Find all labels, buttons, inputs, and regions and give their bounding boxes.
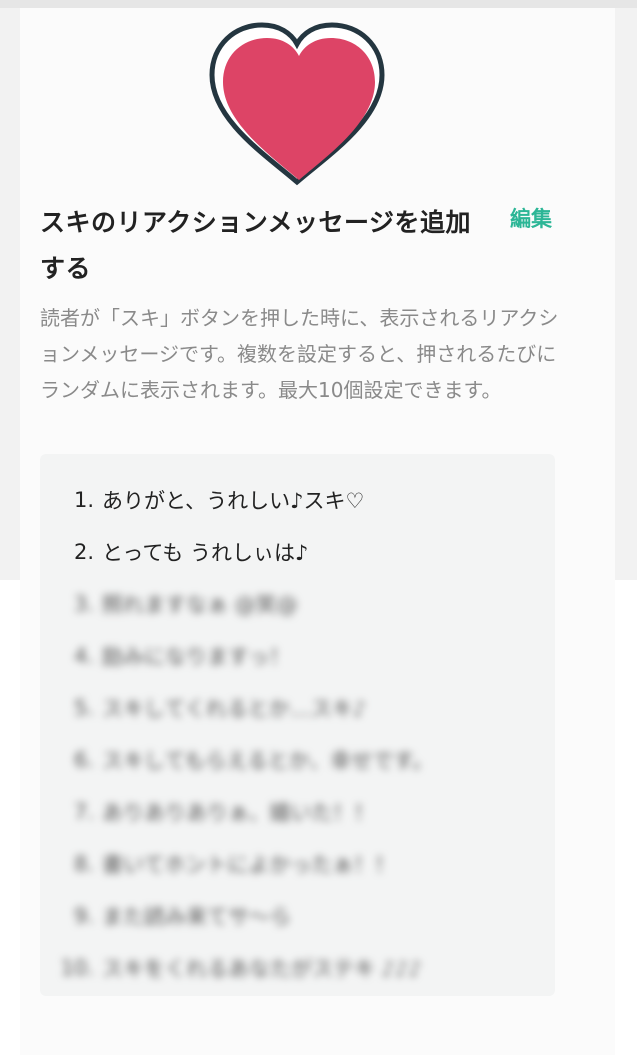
page-title: スキのリアクションメッセージを追加する xyxy=(40,208,472,283)
item-number: 3. xyxy=(73,592,94,616)
description-text: 読者が「スキ」ボタンを押した時に、表示されるリアクションメッセージです。複数を設… xyxy=(40,306,559,402)
item-number: 4. xyxy=(73,644,94,668)
item-number: 2. xyxy=(73,540,94,564)
list-item: 10. スキをくれるあなたがステキ ♪♪♪ xyxy=(40,942,555,994)
item-text: 照れますなぁ @笑@ xyxy=(102,593,298,617)
item-text: ありありありぁ、嬉いた！！ xyxy=(102,801,375,825)
list-item: 5. スキしてくれるとか…スキ♪ xyxy=(40,682,555,734)
item-number: 5. xyxy=(73,696,94,720)
item-text: スキしてもらえるとか、幸せです。 xyxy=(102,749,434,773)
item-text: スキしてくれるとか…スキ♪ xyxy=(102,697,367,721)
item-text: 励みになりますっ！ xyxy=(102,645,291,669)
list-item: 6. スキしてもらえるとか、幸せです。 xyxy=(40,734,555,786)
item-number: 7. xyxy=(73,800,94,824)
item-text: スキをくれるあなたがステキ ♪♪♪ xyxy=(102,957,422,981)
heart-icon xyxy=(209,22,385,186)
list-item: 9. また読み来てサ～ら xyxy=(40,890,555,942)
page-background-right xyxy=(615,8,637,580)
message-list: 1. ありがと、うれしい♪スキ♡ 2. とっても うれしぃは♪ 3. 照れますな… xyxy=(40,474,555,994)
item-text: また読み来てサ～ら xyxy=(102,905,291,929)
item-number: 10. xyxy=(60,956,94,980)
item-number: 6. xyxy=(73,748,94,772)
item-text: ありがと、うれしい♪スキ♡ xyxy=(102,489,365,513)
list-item: 2. とっても うれしぃは♪ xyxy=(40,526,555,578)
list-item: 7. ありありありぁ、嬉いた！！ xyxy=(40,786,555,838)
item-text: とっても うれしぃは♪ xyxy=(102,541,309,565)
item-number: 9. xyxy=(73,904,94,928)
page-background-left xyxy=(0,8,20,580)
list-item: 1. ありがと、うれしい♪スキ♡ xyxy=(40,474,555,526)
item-text: 書いてホントによかったぁ！！ xyxy=(102,853,396,877)
item-number: 1. xyxy=(73,488,94,512)
edit-button[interactable]: 編集 xyxy=(510,203,552,233)
item-number: 8. xyxy=(73,852,94,876)
message-list-container: 1. ありがと、うれしい♪スキ♡ 2. とっても うれしぃは♪ 3. 照れますな… xyxy=(40,454,555,996)
top-border xyxy=(0,0,637,8)
list-item: 8. 書いてホントによかったぁ！！ xyxy=(40,838,555,890)
list-item: 4. 励みになりますっ！ xyxy=(40,630,555,682)
list-item: 3. 照れますなぁ @笑@ xyxy=(40,578,555,630)
